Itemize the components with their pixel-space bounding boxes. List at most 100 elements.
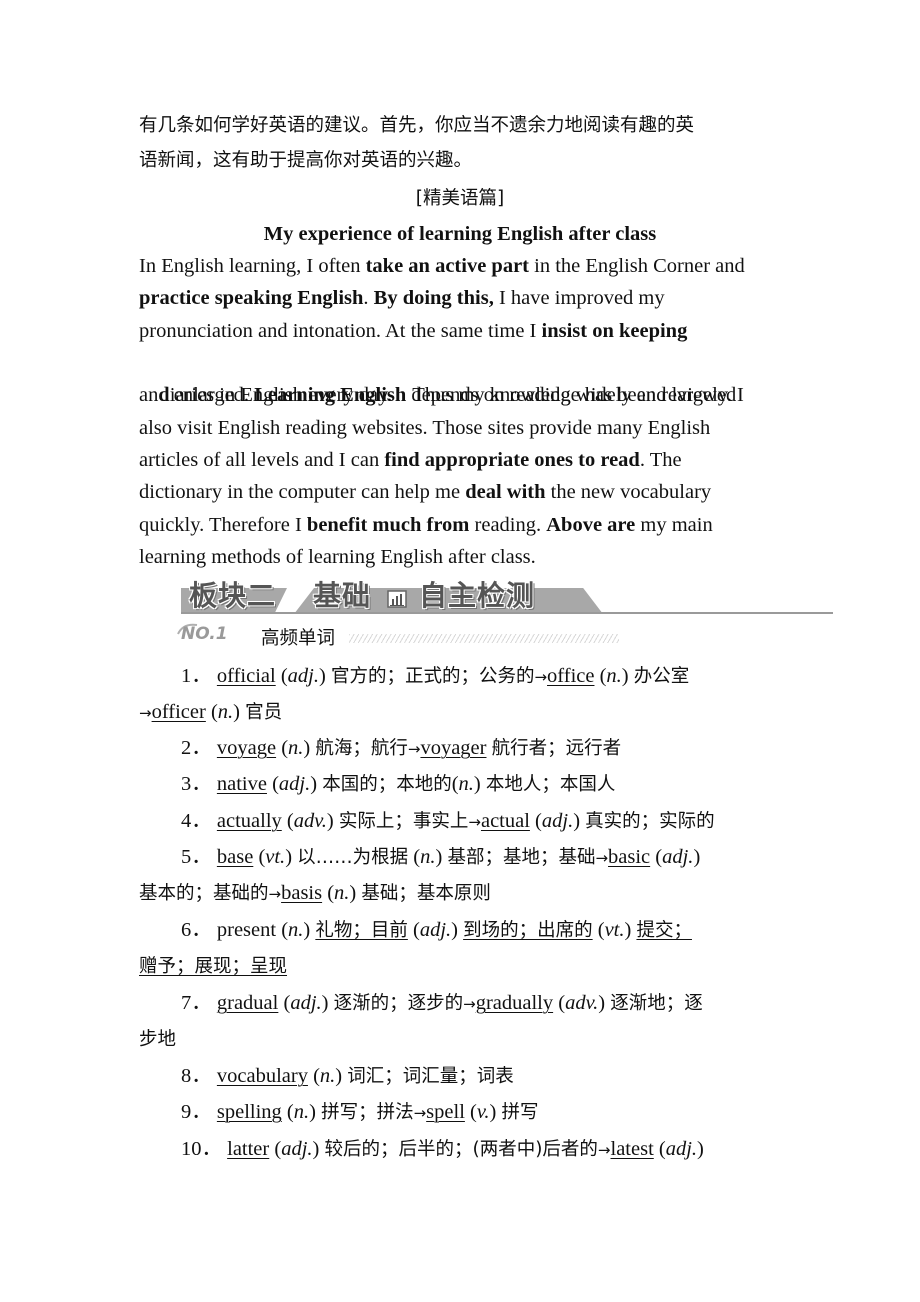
derived-word: office [547,665,595,687]
vocab-item: 4． actually (adv.) 实际上；事实上→actual (adj.)… [181,805,715,838]
paren: ( [413,919,420,941]
item-number: 1． [181,665,212,687]
text: reading. [469,514,547,536]
paren: ) [435,846,443,868]
part-of-speech: n. [319,1065,336,1087]
paren: ) [598,992,606,1014]
paren: ) [303,919,311,941]
text: articles of all levels and I can [139,449,385,471]
meaning: 官员 [245,702,283,723]
subsection-title: 高频单词 [261,628,336,649]
text: pronunciation and intonation. At the sam… [139,320,542,342]
meaning: 基本的；基础的 [139,883,269,904]
paren: ) [573,810,581,832]
meaning: 逐渐的；逐步的 [333,993,464,1014]
vocab-item: 7． gradual (adj.) 逐渐的；逐步的→gradually (adv… [181,987,703,1020]
vocab-item: 9． spelling (n.) 拼写；拼法→spell (v.) 拼写 [181,1096,539,1129]
paren: ) [285,846,293,868]
derived-word: gradually [475,992,554,1014]
paren: ) [233,701,240,723]
part-of-speech: n. [217,701,234,723]
bar-chart-icon [387,590,407,608]
meaning: 办公室 [633,666,690,687]
paren: ) [693,846,701,868]
vocab-item: 5． base (vt.) 以……为根据 (n.) 基部；基地；基础→basic… [181,841,700,874]
text: . [363,287,374,309]
part-of-speech: adj. [419,919,452,941]
essay-line: articles of all levels and I can find ap… [139,444,682,476]
paren: ) [303,737,311,759]
paren: ) [335,1065,343,1087]
item-number: 9． [181,1101,212,1123]
key-phrase: Above are [546,514,636,536]
derived-word: officer [151,701,206,723]
key-phrase: Learning English [254,384,407,406]
meaning: 拼写 [501,1102,539,1123]
part-of-speech: adj. [665,1138,698,1160]
arrow-icon: → [139,704,152,722]
paren: ( [286,1101,294,1123]
vocab-item-continued: 步地 [139,1023,176,1056]
banner-block [541,588,603,614]
part-of-speech: adj. [541,810,574,832]
paren: ( [286,810,294,832]
paren: ( [535,810,542,832]
paren: ( [597,919,605,941]
arrow-icon: → [413,1104,427,1122]
item-number: 4． [181,810,212,832]
meaning: 基部；基地；基础 [447,847,596,868]
vocab-item: 2． voyage (n.) 航海；航行→voyager 航行者；远行者 [181,732,621,765]
vocab-item: 8． vocabulary (n.) 词汇；词汇量；词表 [181,1060,514,1093]
paren: ( [210,701,218,723]
arrow-icon: → [597,1141,611,1159]
essay-line: dictionary in the computer can help me d… [139,476,711,508]
essay-line: quickly. Therefore I benefit much from r… [139,509,713,541]
meaning: 真实的；实际的 [585,811,715,832]
key-phrase: deal with [465,481,546,503]
vocab-item-continued: →officer (n.) 官员 [139,696,282,729]
text: quickly. Therefore I [139,514,307,536]
document-page: 有几条如何学好英语的建议。首先，你应当不遗余力地阅读有趣的英 语新闻，这有助于提… [0,0,920,1302]
paren: ( [281,737,289,759]
meaning-answer: 礼物；目前 [315,920,408,941]
text: In English learning, I often [139,255,366,277]
part-of-speech: n. [420,846,436,868]
item-number: 10． [181,1138,222,1160]
vocab-word: present [216,919,277,941]
hatch-decoration [349,634,619,643]
vocab-word: vocabulary [216,1065,308,1087]
banner-part-label: 板块二 [189,579,277,612]
item-number: 6． [181,919,212,941]
essay-line: and enlarged. Learning English depends o… [139,379,744,411]
meaning: 基础；基本原则 [361,883,491,904]
derived-word: basis [281,882,323,904]
item-number: 2． [181,737,212,759]
arrow-icon: → [534,668,548,686]
part-of-speech: adj. [278,773,311,795]
meaning: 拼写；拼法 [321,1102,414,1123]
vocab-word: spelling [216,1101,282,1123]
text: dictionary in the computer can help me [139,481,466,503]
meaning: 航海；航行 [315,738,408,759]
arrow-icon: → [595,849,609,867]
arrow-icon: → [468,813,481,831]
vocab-word: voyage [216,737,277,759]
text: also visit English reading websites. Tho… [139,417,711,439]
paren: ) [310,773,318,795]
part-of-speech: v. [476,1101,490,1123]
essay-line: also visit English reading websites. Tho… [139,412,710,444]
vocab-word: actually [216,810,282,832]
item-number: 8． [181,1065,212,1087]
key-phrase: By doing this, [373,287,494,309]
paren: ) [318,665,326,687]
vocab-item: 6． present (n.) 礼物；目前 (adj.) 到场的；出席的 (vt… [181,914,692,947]
part-of-speech: n. [293,1101,310,1123]
paren: ) [349,882,357,904]
part-of-speech: adv. [293,810,327,832]
key-phrase: practice speaking English [139,287,364,309]
meaning: 较后的；后半的；(两者中)后者的 [324,1139,598,1160]
item-number: 5． [181,846,212,868]
vocab-item-continued: 基本的；基础的→basis (n.) 基础；基本原则 [139,877,491,910]
part-of-speech: vt. [265,846,286,868]
key-phrase: take an active part [365,255,529,277]
